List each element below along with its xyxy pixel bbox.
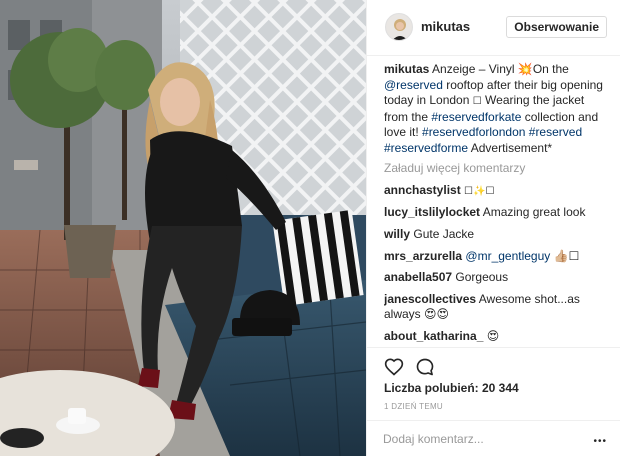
comment-text: 😍 xyxy=(486,329,500,344)
comment-item: mrs_arzurella @mr_gentleguy 👍🏼☐ xyxy=(384,249,610,265)
comment-username[interactable]: anabella507 xyxy=(384,270,452,284)
username[interactable]: mikutas xyxy=(421,19,470,34)
hashtag-reservedforkate-link[interactable]: #reservedforkate xyxy=(431,110,521,124)
comment-username[interactable]: willy xyxy=(384,227,410,241)
hashtag-reservedforme-link[interactable]: #reservedforme xyxy=(384,141,468,155)
comment-username[interactable]: mrs_arzurella xyxy=(384,249,462,263)
mention-link[interactable]: @mr_gentleguy xyxy=(465,249,550,263)
add-comment-input[interactable] xyxy=(383,429,583,449)
comment-item: anabella507 Gorgeous xyxy=(384,270,610,286)
comment-item: about_katharina_ 😍 xyxy=(384,329,610,345)
post-timestamp: 1 DZIEŃ TEMU xyxy=(384,402,444,411)
comment-username[interactable]: lucy_itslilylocket xyxy=(384,205,480,219)
comment-item: annchastylist ☐✨☐ xyxy=(384,183,610,200)
comment-text: Amazing great look xyxy=(482,205,586,220)
following-button[interactable]: Obserwowanie xyxy=(506,16,607,38)
comment-text: Gute Jacke xyxy=(413,226,475,241)
caption-text: Anzeige – Vinyl xyxy=(432,62,518,76)
load-more-comments-link[interactable]: Załaduj więcej komentarzy xyxy=(384,161,610,177)
comments-list[interactable]: mikutas Anzeige – Vinyl 💥On the @reserve… xyxy=(384,62,610,347)
comment-text: ☐✨☐ xyxy=(464,185,495,197)
more-options-icon[interactable]: ••• xyxy=(593,436,607,447)
comment-text: 👍🏼☐ xyxy=(553,248,580,263)
post-caption: mikutas Anzeige – Vinyl 💥On the @reserve… xyxy=(384,62,610,156)
comment-username[interactable]: about_katharina_ xyxy=(384,329,483,343)
comment-username[interactable]: janescollectives xyxy=(384,292,476,306)
mention-reserved-link[interactable]: @reserved xyxy=(384,78,443,92)
comment-username[interactable]: annchastylist xyxy=(384,183,461,197)
post-photo-illustration xyxy=(0,0,366,456)
missing-glyph-box: ☐ xyxy=(472,96,482,107)
post-actions: Liczba polubień: 20 344 1 DZIEŃ TEMU ••• xyxy=(367,347,620,458)
collision-emoji: 💥 xyxy=(517,62,533,76)
heart-icon[interactable] xyxy=(384,357,404,377)
avatar[interactable] xyxy=(385,13,413,41)
hashtag-reserved-link[interactable]: #reserved xyxy=(529,125,582,139)
caption-username[interactable]: mikutas xyxy=(384,62,429,76)
post-header: mikutas Obserwowanie xyxy=(367,0,620,56)
likes-count[interactable]: Liczba polubień: 20 344 xyxy=(384,381,519,395)
post-details-panel: mikutas Obserwowanie mikutas Anzeige – V… xyxy=(366,0,620,456)
comment-bubble-icon[interactable] xyxy=(415,357,435,377)
caption-text: On the xyxy=(532,62,569,76)
comment-text: Gorgeous xyxy=(455,270,509,285)
hashtag-reservedforlondon-link[interactable]: #reservedforlondon xyxy=(422,125,525,139)
comment-item: janescollectives Awesome shot...as alway… xyxy=(384,292,610,323)
comment-item: willy Gute Jacke xyxy=(384,227,610,243)
caption-text: Advertisement* xyxy=(468,140,553,155)
avatar-image xyxy=(386,14,412,40)
post-photo[interactable] xyxy=(0,0,366,456)
comment-item: lucy_itslilylocket Amazing great look xyxy=(384,205,610,221)
add-comment-bar: ••• xyxy=(367,420,620,458)
